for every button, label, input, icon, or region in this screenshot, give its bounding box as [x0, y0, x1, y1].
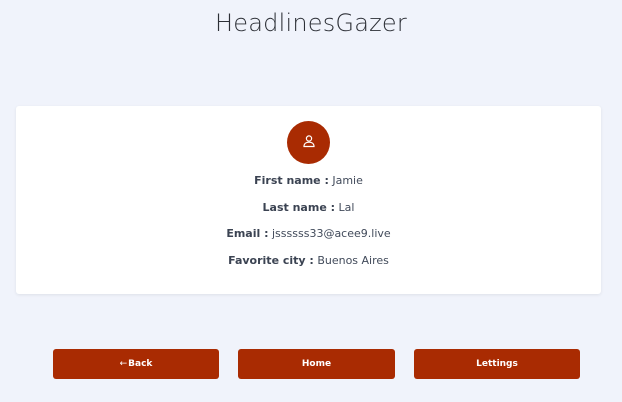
avatar	[287, 121, 330, 164]
email-label: Email :	[226, 227, 269, 240]
back-arrow-icon: ←	[119, 359, 128, 369]
email-field: Email : jssssss33@acee9.live	[16, 227, 601, 240]
user-icon	[302, 133, 316, 152]
home-button-label: Home	[301, 359, 332, 369]
last-name-field: Last name : Lal	[16, 201, 601, 214]
favorite-city-label: Favorite city :	[228, 254, 314, 267]
home-button[interactable]: Home	[238, 349, 395, 379]
last-name-value: Lal	[338, 201, 355, 214]
lettings-button-label: Lettings	[476, 359, 518, 369]
first-name-label: First name :	[254, 174, 329, 187]
profile-card: First name : Jamie Last name : Lal Email…	[16, 106, 601, 294]
last-name-label: Last name :	[262, 201, 336, 214]
favorite-city-value: Buenos Aires	[317, 254, 389, 267]
lettings-button[interactable]: Lettings	[414, 349, 580, 379]
first-name-value: Jamie	[332, 174, 363, 187]
back-button-label: Back	[128, 359, 153, 369]
back-button[interactable]: ← Back	[53, 349, 219, 379]
app-title: HeadlinesGazer	[215, 9, 407, 37]
first-name-field: First name : Jamie	[16, 174, 601, 187]
favorite-city-field: Favorite city : Buenos Aires	[16, 254, 601, 267]
email-value: jssssss33@acee9.live	[272, 227, 391, 240]
